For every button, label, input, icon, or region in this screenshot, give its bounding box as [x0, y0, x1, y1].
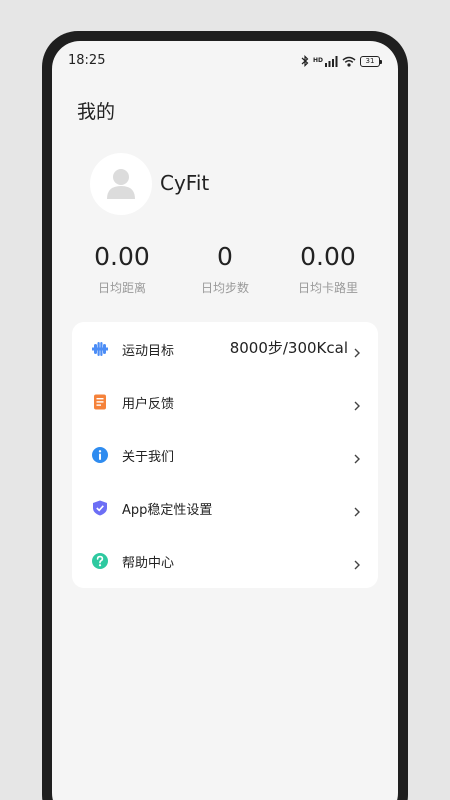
menu-item-about-us[interactable]: 关于我们 — [72, 430, 378, 480]
stat-daily-distance: 0.00 日均距离 — [67, 241, 177, 296]
status-bar: 18:25 HD 31 — [52, 41, 398, 81]
stat-label: 日均距离 — [97, 281, 146, 295]
dumbbell-icon — [92, 341, 108, 357]
stat-daily-steps: 0 日均步数 — [170, 241, 280, 296]
stat-label: 日均卡路里 — [297, 281, 358, 295]
help-icon — [92, 553, 108, 569]
network-type-label: HD — [312, 57, 323, 64]
bluetooth-icon — [301, 55, 309, 67]
stat-daily-calories: 0.00 日均卡路里 — [273, 241, 383, 296]
menu-item-label: 运动目标 — [122, 344, 175, 359]
document-icon — [92, 394, 108, 410]
menu-item-label: 用户反馈 — [122, 397, 175, 412]
menu-item-label: 帮助中心 — [122, 556, 175, 571]
avatar[interactable] — [90, 153, 152, 215]
stat-value: 0 — [217, 242, 233, 271]
wifi-icon — [342, 56, 356, 67]
username[interactable]: CyFit — [160, 171, 209, 195]
status-icons: HD 31 — [301, 53, 382, 69]
shield-icon — [92, 500, 108, 516]
page-title: 我的 — [77, 101, 116, 123]
chevron-right-icon — [354, 396, 360, 415]
chevron-right-icon — [354, 555, 360, 574]
chevron-right-icon — [354, 449, 360, 468]
chevron-right-icon — [354, 502, 360, 521]
menu-item-help-center[interactable]: 帮助中心 — [72, 536, 378, 586]
stat-value: 0.00 — [94, 242, 150, 271]
signal-icon — [325, 55, 338, 67]
chevron-right-icon — [354, 343, 360, 362]
menu-item-label: 关于我们 — [122, 450, 175, 465]
stat-value: 0.00 — [300, 242, 356, 271]
battery-icon: 31 — [360, 55, 382, 67]
exercise-goal-value: 8000步/300Kcal — [229, 339, 348, 357]
settings-menu: 运动目标 8000步/300Kcal 用户反馈 关于我们 App稳定性设置 帮助… — [72, 322, 378, 588]
stat-label: 日均步数 — [200, 281, 249, 295]
menu-item-exercise-goal[interactable]: 运动目标 8000步/300Kcal — [72, 324, 378, 374]
info-icon — [92, 447, 108, 463]
menu-item-feedback[interactable]: 用户反馈 — [72, 377, 378, 427]
menu-item-app-stability-settings[interactable]: App稳定性设置 — [72, 483, 378, 533]
screen: 18:25 HD 31 我的 CyFit 0.00 日均距离 0 日均步数 0.… — [52, 41, 398, 800]
status-time: 18:25 — [68, 53, 106, 68]
menu-item-label: App稳定性设置 — [122, 503, 213, 518]
